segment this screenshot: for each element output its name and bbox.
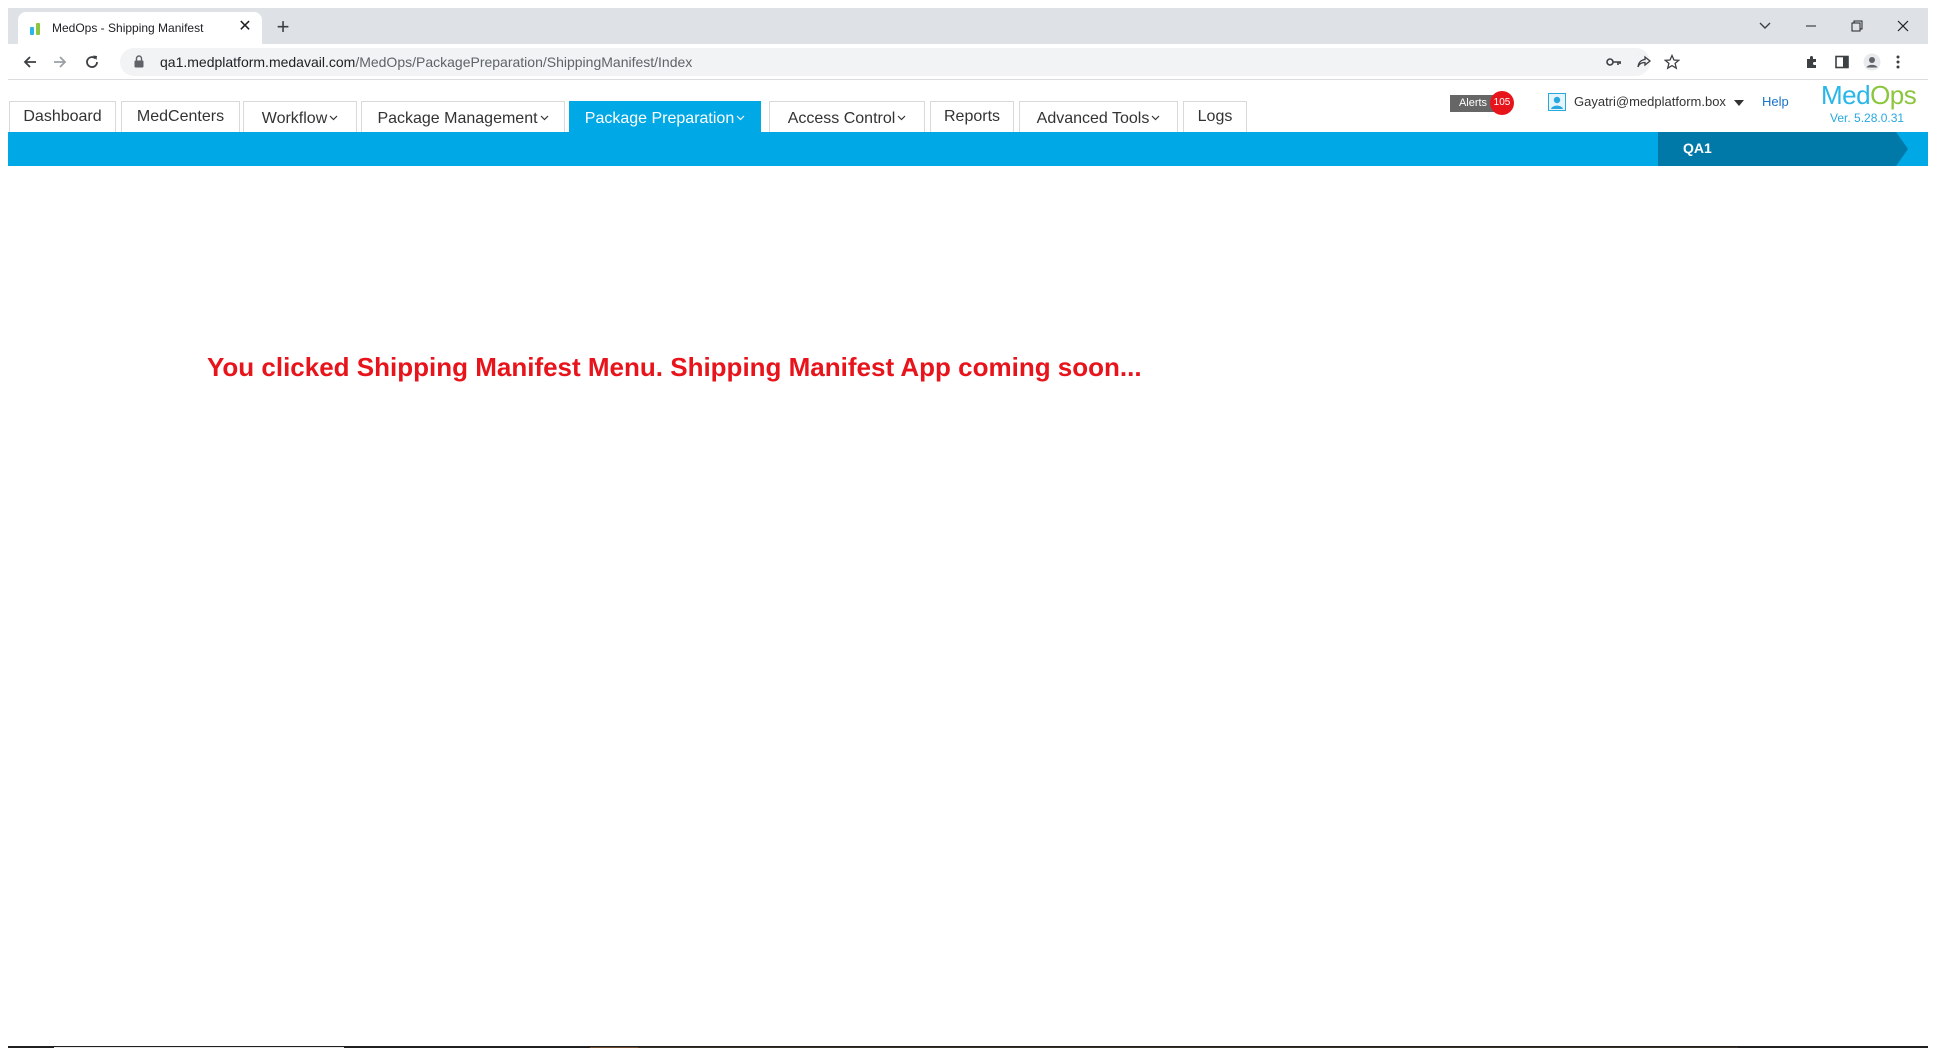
back-icon[interactable] <box>18 50 42 74</box>
password-key-icon[interactable] <box>1604 52 1624 72</box>
version-label: Ver. 5.28.0.31 <box>1830 111 1905 125</box>
menu-workflow[interactable]: Workflow <box>243 101 357 132</box>
alerts-count-badge: 105 <box>1490 91 1514 115</box>
lock-icon[interactable] <box>134 55 144 73</box>
environment-badge: QA1 <box>1658 132 1896 166</box>
medops-favicon-icon <box>30 23 46 35</box>
menu-dashboard[interactable]: Dashboard <box>9 101 116 132</box>
bookmark-star-icon[interactable] <box>1662 52 1682 72</box>
extensions-puzzle-icon[interactable] <box>1802 52 1822 72</box>
menu-package-management[interactable]: Package Management <box>361 101 565 132</box>
environment-label: QA1 <box>1683 140 1712 156</box>
chevron-down-icon <box>897 102 906 132</box>
menu-logs[interactable]: Logs <box>1183 101 1247 132</box>
reload-icon[interactable] <box>80 50 104 74</box>
browser-tab[interactable]: MedOps - Shipping Manifest ✕ <box>18 12 262 44</box>
help-link[interactable]: Help <box>1762 94 1789 109</box>
context-bar: QA1 <box>8 132 1928 166</box>
caret-down-icon <box>1734 100 1744 106</box>
browser-window: MedOps - Shipping Manifest ✕ + qa1.medpl… <box>8 8 1928 1048</box>
tab-close-icon[interactable]: ✕ <box>236 18 254 36</box>
minimize-icon[interactable] <box>1788 8 1834 44</box>
share-icon[interactable] <box>1634 52 1654 72</box>
menu-package-preparation[interactable]: Package Preparation <box>569 101 761 132</box>
forward-icon[interactable] <box>48 50 72 74</box>
menu-reports[interactable]: Reports <box>930 101 1014 132</box>
menu-advanced-tools[interactable]: Advanced Tools <box>1019 101 1178 132</box>
environment-arrow <box>1896 132 1908 166</box>
side-panel-icon[interactable] <box>1832 52 1852 72</box>
restore-icon[interactable] <box>1834 8 1880 44</box>
medops-logo: MedOps <box>1821 80 1917 110</box>
chevron-down-icon <box>329 102 338 132</box>
browser-tabstrip: MedOps - Shipping Manifest ✕ + <box>8 8 1928 44</box>
new-tab-button[interactable]: + <box>270 14 296 40</box>
close-window-icon[interactable] <box>1880 8 1926 44</box>
url-text[interactable]: qa1.medplatform.medavail.com/MedOps/Pack… <box>160 54 692 70</box>
browser-toolbar: qa1.medplatform.medavail.com/MedOps/Pack… <box>8 44 1928 80</box>
browser-menu-icon[interactable] <box>1888 52 1908 72</box>
app-header: Dashboard MedCenters Workflow Package Ma… <box>8 80 1928 132</box>
menu-medcenters[interactable]: MedCenters <box>121 101 240 132</box>
chevron-down-icon <box>540 102 549 132</box>
profile-avatar-icon[interactable] <box>1862 52 1882 72</box>
tab-title: MedOps - Shipping Manifest <box>52 21 204 35</box>
user-icon <box>1548 93 1566 111</box>
menu-access-control[interactable]: Access Control <box>769 101 925 132</box>
coming-soon-message: You clicked Shipping Manifest Menu. Ship… <box>207 352 1142 382</box>
chevron-down-icon <box>1151 102 1160 132</box>
chevron-down-icon <box>736 102 745 132</box>
os-taskbar <box>8 1046 1928 1048</box>
user-email: Gayatri@medplatform.box <box>1574 94 1726 109</box>
address-bar[interactable]: qa1.medplatform.medavail.com/MedOps/Pack… <box>120 48 1680 76</box>
tab-search-icon[interactable] <box>1742 8 1788 44</box>
